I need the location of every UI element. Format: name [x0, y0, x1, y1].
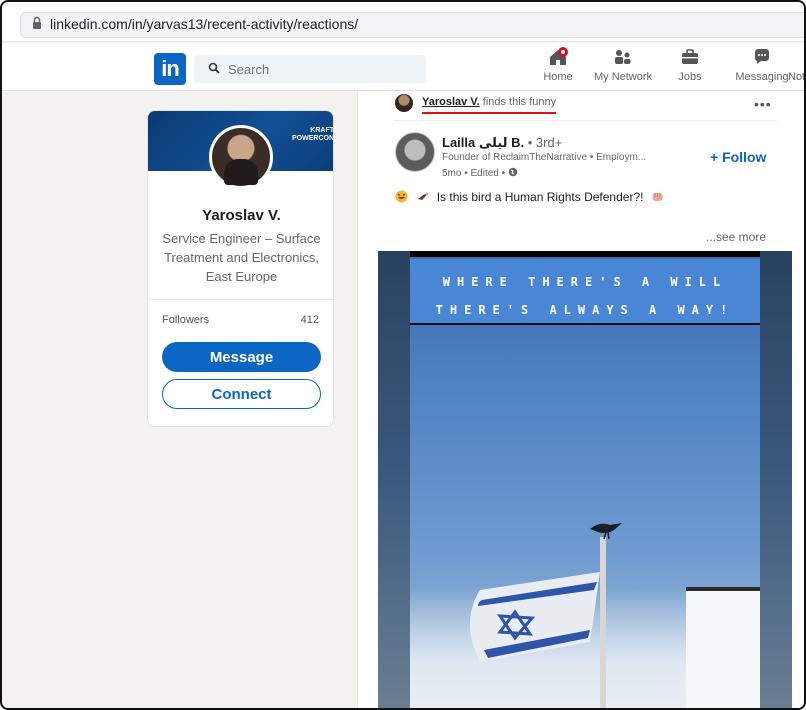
bird-emoji-icon: [418, 192, 429, 200]
url-text[interactable]: linkedin.com/in/yarvas13/recent-activity…: [50, 16, 358, 32]
post-video[interactable]: WHERE THERE'S A WILL THERE'S ALWAYS A WA…: [378, 251, 792, 708]
avatar-suit: [224, 159, 258, 185]
post-time: 5mo • Edited •: [442, 168, 508, 179]
follow-button[interactable]: + Follow: [710, 147, 766, 167]
search-input[interactable]: [228, 59, 418, 79]
nav-jobs[interactable]: Jobs: [672, 46, 708, 90]
post-text: Is this bird a Human Rights Defender?!: [395, 190, 664, 204]
nav-messaging-label: Messaging: [735, 71, 789, 83]
cover-logo-line1: KRAFT: [310, 127, 334, 134]
followers-label: Followers: [162, 314, 210, 326]
author-name-link[interactable]: Lailla ليلى B.: [442, 135, 524, 150]
nav-my-network-label: My Network: [593, 71, 653, 83]
followers-count: 412: [300, 314, 319, 326]
nav-home-label: Home: [543, 71, 573, 83]
flagpole: [600, 537, 606, 708]
cover-logo-line2: POWERCON: [292, 135, 334, 142]
video-frame: WHERE THERE'S A WILL THERE'S ALWAYS A WA…: [410, 257, 760, 708]
profile-headline: Service Engineer – Surface Treatment and…: [162, 231, 321, 284]
linkedin-logo[interactable]: in: [154, 53, 186, 85]
nav-messaging[interactable]: Messaging: [734, 46, 790, 90]
nav-my-network[interactable]: My Network: [590, 46, 656, 90]
nav-notifications-label: Not: [788, 71, 806, 83]
reaction-text: finds this funny: [479, 96, 557, 108]
post-meta: 5mo • Edited •: [442, 167, 518, 179]
browser-window: linkedin.com/in/yarvas13/recent-activity…: [0, 0, 806, 710]
message-button[interactable]: Message: [162, 342, 321, 372]
profile-card: KRAFT POWERCON Yaroslav V. Service Engin…: [147, 110, 334, 427]
author-line: Lailla ليلى B. • 3rd+: [442, 135, 562, 151]
briefcase-icon: [682, 49, 698, 64]
search-icon: [208, 62, 220, 74]
see-more-link[interactable]: ...see more: [706, 230, 766, 244]
nav-notifications[interactable]: Not: [788, 46, 806, 90]
bird-on-pole: [590, 523, 622, 540]
red-annotation-underline: [422, 112, 556, 114]
author-headline: Founder of ReclaimTheNarrative • Employm…: [442, 152, 647, 163]
nav-jobs-label: Jobs: [678, 71, 702, 83]
reactor-name-link[interactable]: Yaroslav V.: [422, 96, 480, 108]
caption-line-1: WHERE THERE'S A WILL: [442, 275, 728, 289]
reaction-header: Yaroslav V. finds this funny: [422, 96, 556, 108]
fist-emoji-icon: [652, 193, 663, 201]
profile-divider: [148, 299, 333, 300]
cover-company-logo: KRAFT POWERCON: [292, 127, 334, 143]
network-icon: [615, 50, 631, 64]
globe-icon: [508, 167, 518, 177]
caption-line-2: THERE'S ALWAYS A WAY!: [435, 303, 735, 317]
messaging-icon: [754, 49, 769, 64]
reactor-avatar[interactable]: [395, 94, 413, 112]
laughing-emoji-icon: [395, 190, 408, 203]
video-blur-left: [378, 251, 410, 708]
israeli-flag: [470, 572, 600, 662]
home-icon: [550, 47, 568, 65]
nav-home[interactable]: Home: [538, 46, 578, 90]
lock-icon: [33, 16, 41, 29]
video-caption-banner: WHERE THERE'S A WILL THERE'S ALWAYS A WA…: [410, 259, 760, 325]
video-blur-right: [760, 251, 792, 708]
building: [686, 587, 760, 708]
post-separator: [393, 120, 777, 121]
post-text-body: Is this bird a Human Rights Defender?!: [436, 190, 644, 204]
profile-name[interactable]: Yaroslav V.: [148, 207, 333, 224]
post-more-icon[interactable]: •••: [754, 96, 772, 112]
connect-button[interactable]: Connect: [162, 379, 321, 409]
author-degree: • 3rd+: [524, 135, 563, 150]
author-avatar[interactable]: [395, 132, 435, 172]
post-card: [378, 91, 792, 251]
